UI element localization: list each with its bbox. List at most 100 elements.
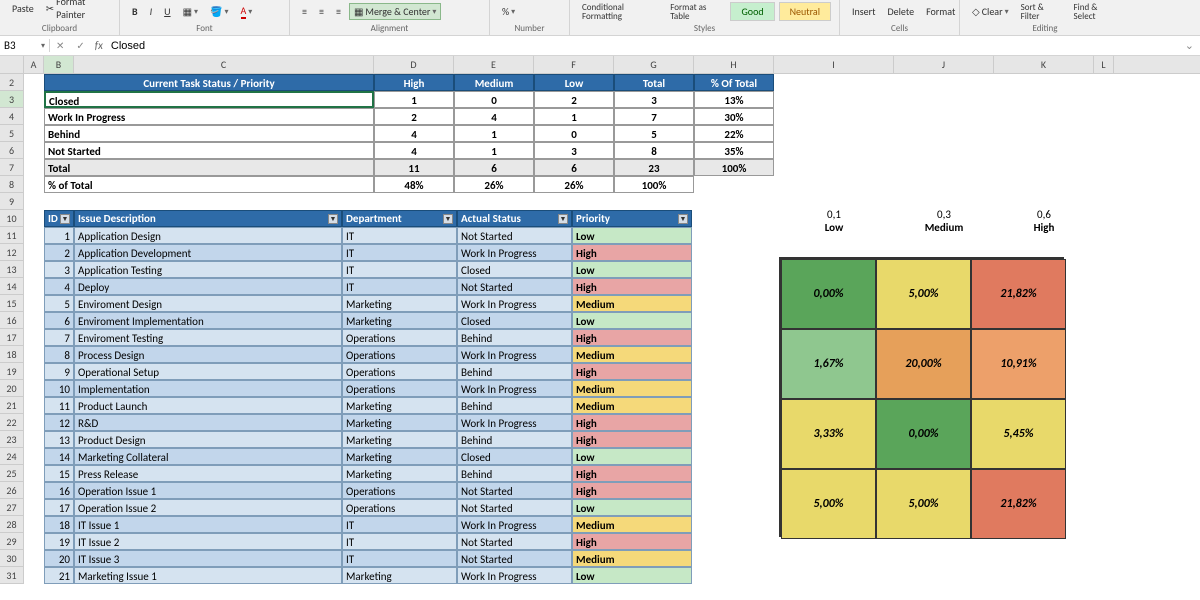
issue-id[interactable]: 1	[44, 227, 74, 244]
issue-id[interactable]: 18	[44, 516, 74, 533]
column-header-I[interactable]: I	[774, 56, 894, 73]
column-header-E[interactable]: E	[454, 56, 534, 73]
summary-cell[interactable]: 4	[374, 125, 454, 142]
issue-id[interactable]: 8	[44, 346, 74, 363]
issue-id[interactable]: 9	[44, 363, 74, 380]
row-header-10[interactable]: 10	[0, 210, 24, 227]
column-header-A[interactable]: A	[24, 56, 44, 73]
border-button[interactable]: ▦▾	[179, 3, 202, 20]
issue-status[interactable]: Work In Progress	[457, 516, 572, 533]
fx-icon[interactable]: fx	[91, 39, 107, 52]
name-box[interactable]: B3▾	[0, 39, 50, 52]
summary-cell[interactable]: 3	[534, 142, 614, 159]
summary-pct-cell[interactable]: 100%	[614, 176, 694, 193]
row-header-15[interactable]: 15	[0, 295, 24, 312]
issue-department[interactable]: Operations	[342, 499, 457, 516]
row-header-20[interactable]: 20	[0, 380, 24, 397]
column-header-F[interactable]: F	[534, 56, 614, 73]
issue-description[interactable]: Product Launch	[74, 397, 342, 414]
row-header-25[interactable]: 25	[0, 465, 24, 482]
issue-priority[interactable]: Medium	[572, 380, 692, 397]
issue-id[interactable]: 2	[44, 244, 74, 261]
issue-priority[interactable]: High	[572, 431, 692, 448]
issue-id[interactable]: 13	[44, 431, 74, 448]
issue-priority[interactable]: Medium	[572, 550, 692, 567]
issue-department[interactable]: Marketing	[342, 397, 457, 414]
summary-total-cell[interactable]: 100%	[694, 159, 774, 176]
issue-priority[interactable]: Low	[572, 312, 692, 329]
formula-input[interactable]	[107, 40, 1179, 52]
column-header-L[interactable]: L	[1094, 56, 1114, 73]
issue-id[interactable]: 5	[44, 295, 74, 312]
sort-filter-button[interactable]: Sort & Filter	[1017, 1, 1066, 23]
paste-button[interactable]: Paste	[8, 0, 38, 17]
issue-status[interactable]: Work In Progress	[457, 244, 572, 261]
summary-total-cell[interactable]: 11	[374, 159, 454, 176]
summary-total-cell[interactable]: 23	[614, 159, 694, 176]
issue-status[interactable]: Not Started	[457, 499, 572, 516]
summary-cell[interactable]: 13%	[694, 91, 774, 108]
issue-status[interactable]: Not Started	[457, 533, 572, 550]
clear-button[interactable]: ◇ Clear▾	[968, 3, 1013, 20]
issue-status[interactable]: Not Started	[457, 278, 572, 295]
issue-department[interactable]: IT	[342, 533, 457, 550]
summary-cell[interactable]: 35%	[694, 142, 774, 159]
summary-total-cell[interactable]: 6	[454, 159, 534, 176]
issue-id[interactable]: 15	[44, 465, 74, 482]
find-select-button[interactable]: Find & Select	[1070, 1, 1122, 23]
style-good[interactable]: Good	[730, 2, 774, 21]
column-header-C[interactable]: C	[74, 56, 374, 73]
issue-priority[interactable]: Low	[572, 261, 692, 278]
align-right-button[interactable]: ≡	[332, 3, 345, 20]
issue-priority[interactable]: Low	[572, 448, 692, 465]
summary-cell[interactable]: 5	[614, 125, 694, 142]
summary-cell[interactable]: 7	[614, 108, 694, 125]
row-header-11[interactable]: 11	[0, 227, 24, 244]
issue-priority[interactable]: High	[572, 244, 692, 261]
row-header-14[interactable]: 14	[0, 278, 24, 295]
issue-header-priority[interactable]: Priority▼	[572, 210, 692, 227]
italic-button[interactable]: I	[146, 3, 157, 20]
issue-department[interactable]: Marketing	[342, 448, 457, 465]
issue-header-issue-description[interactable]: Issue Description▼	[74, 210, 342, 227]
summary-row-label[interactable]: Behind	[44, 125, 374, 142]
underline-button[interactable]: U	[160, 3, 174, 20]
issue-department[interactable]: IT	[342, 550, 457, 567]
row-headers[interactable]: 2345678910111213141516171819202122232425…	[0, 74, 24, 584]
filter-dropdown-icon[interactable]: ▼	[60, 214, 70, 224]
format-button[interactable]: Format	[922, 3, 959, 20]
issue-description[interactable]: Operation Issue 1	[74, 482, 342, 499]
row-header-17[interactable]: 17	[0, 329, 24, 346]
issue-department[interactable]: Marketing	[342, 295, 457, 312]
issue-status[interactable]: Work In Progress	[457, 295, 572, 312]
issue-description[interactable]: Press Release	[74, 465, 342, 482]
issue-description[interactable]: R&D	[74, 414, 342, 431]
summary-col-header[interactable]: % Of Total	[694, 74, 774, 91]
font-color-button[interactable]: A▾	[237, 2, 257, 21]
issue-department[interactable]: Marketing	[342, 465, 457, 482]
row-header-3[interactable]: 3	[0, 91, 24, 108]
row-header-26[interactable]: 26	[0, 482, 24, 499]
number-format-button[interactable]: % ▾	[498, 3, 519, 20]
filter-dropdown-icon[interactable]: ▼	[443, 214, 453, 224]
row-header-30[interactable]: 30	[0, 550, 24, 567]
format-painter-button[interactable]: ✂ Format Painter	[42, 0, 111, 23]
issue-description[interactable]: Enviroment Design	[74, 295, 342, 312]
issue-priority[interactable]: Medium	[572, 397, 692, 414]
filter-dropdown-icon[interactable]: ▼	[678, 214, 688, 224]
row-header-31[interactable]: 31	[0, 567, 24, 584]
summary-total-cell[interactable]: 6	[534, 159, 614, 176]
row-header-23[interactable]: 23	[0, 431, 24, 448]
summary-title[interactable]: Current Task Status / Priority	[44, 74, 374, 91]
issue-status[interactable]: Work In Progress	[457, 567, 572, 584]
summary-cell[interactable]: 22%	[694, 125, 774, 142]
issue-status[interactable]: Not Started	[457, 227, 572, 244]
column-header-G[interactable]: G	[614, 56, 694, 73]
issue-status[interactable]: Not Started	[457, 550, 572, 567]
issue-description[interactable]: IT Issue 2	[74, 533, 342, 550]
issue-description[interactable]: IT Issue 3	[74, 550, 342, 567]
row-header-13[interactable]: 13	[0, 261, 24, 278]
issue-header-actual-status[interactable]: Actual Status▼	[457, 210, 572, 227]
issue-id[interactable]: 6	[44, 312, 74, 329]
issue-description[interactable]: Process Design	[74, 346, 342, 363]
